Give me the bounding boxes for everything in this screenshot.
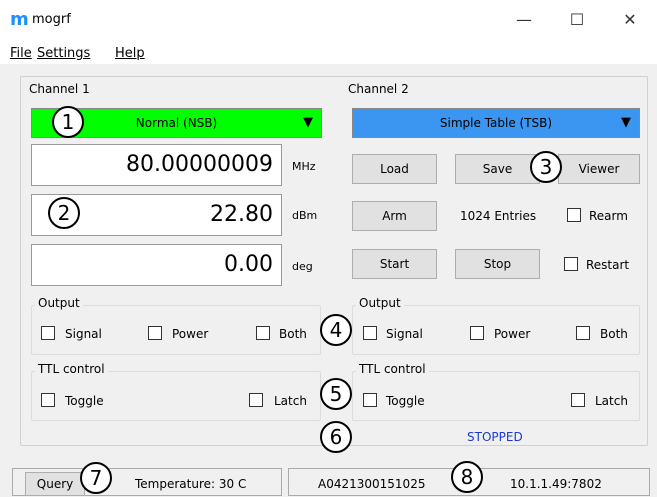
- frequency-input[interactable]: 80.00000009: [31, 144, 282, 186]
- channel2-signal-checkbox[interactable]: [363, 326, 377, 340]
- channel1-ttl-label: TTL control: [35, 362, 108, 376]
- channel2-latch-label: Latch: [595, 394, 628, 408]
- channel2-toggle-label: Toggle: [386, 394, 425, 408]
- query-button[interactable]: Query: [25, 472, 85, 496]
- arm-button[interactable]: Arm: [352, 201, 437, 231]
- channel2-mode-value: Simple Table (TSB): [439, 116, 553, 130]
- callout-7: 7: [80, 462, 112, 494]
- channel1-both-checkbox[interactable]: [256, 326, 270, 340]
- channel1-latch-checkbox[interactable]: [249, 393, 263, 407]
- frequency-unit: MHz: [292, 160, 316, 173]
- channel1-toggle-checkbox[interactable]: [41, 393, 55, 407]
- channel2-output-label: Output: [356, 296, 404, 310]
- channel1-label: Channel 1: [29, 82, 90, 96]
- channel2-mode-dropdown[interactable]: Simple Table (TSB) ▼: [352, 108, 640, 138]
- window-title: mogrf: [32, 12, 71, 27]
- channel2-power-label: Power: [494, 327, 531, 341]
- channel2-both-label: Both: [600, 327, 628, 341]
- stop-button[interactable]: Stop: [455, 249, 540, 279]
- channel1-power-checkbox[interactable]: [148, 326, 162, 340]
- channel1-toggle-label: Toggle: [65, 394, 104, 408]
- channel2-power-checkbox[interactable]: [470, 326, 484, 340]
- callout-2: 2: [48, 197, 80, 229]
- menu-bar: [0, 40, 657, 64]
- channel2-toggle-checkbox[interactable]: [363, 393, 377, 407]
- callout-6: 6: [320, 421, 352, 453]
- power-unit: dBm: [292, 209, 318, 222]
- callout-8: 8: [451, 461, 483, 493]
- app-logo-icon: m: [10, 9, 29, 30]
- dropdown-arrow-icon: ▼: [303, 115, 313, 130]
- close-button[interactable]: ✕: [615, 8, 645, 32]
- load-button[interactable]: Load: [352, 154, 437, 184]
- callout-5: 5: [320, 378, 352, 410]
- menu-help[interactable]: Help: [115, 46, 145, 61]
- dropdown-arrow-icon: ▼: [621, 115, 631, 130]
- channel1-signal-checkbox[interactable]: [41, 326, 55, 340]
- entries-count: 1024 Entries: [460, 209, 537, 223]
- restart-checkbox[interactable]: [564, 257, 578, 271]
- rearm-checkbox[interactable]: [567, 208, 581, 222]
- channel2-ttl-label: TTL control: [356, 362, 429, 376]
- device-address: 10.1.1.49:7802: [510, 477, 602, 491]
- viewer-button[interactable]: Viewer: [558, 154, 640, 184]
- start-button[interactable]: Start: [352, 249, 437, 279]
- channel2-signal-label: Signal: [386, 327, 423, 341]
- temperature-readout: Temperature: 30 C: [135, 477, 247, 491]
- save-button[interactable]: Save: [455, 154, 540, 184]
- title-bar: [0, 0, 657, 40]
- channel1-output-label: Output: [35, 296, 83, 310]
- maximize-button[interactable]: ☐: [562, 8, 592, 32]
- phase-input[interactable]: 0.00: [31, 244, 282, 286]
- channel2-label: Channel 2: [348, 82, 409, 96]
- channel1-signal-label: Signal: [65, 327, 102, 341]
- callout-1: 1: [52, 106, 84, 138]
- restart-label: Restart: [586, 258, 630, 272]
- channel2-both-checkbox[interactable]: [576, 326, 590, 340]
- channel2-status: STOPPED: [467, 430, 523, 444]
- channel1-mode-value: Normal (NSB): [135, 116, 218, 130]
- menu-settings[interactable]: Settings: [37, 46, 90, 61]
- phase-unit: deg: [292, 260, 313, 273]
- minimize-button[interactable]: —: [509, 8, 539, 32]
- rearm-label: Rearm: [589, 209, 628, 223]
- channel1-power-label: Power: [172, 327, 209, 341]
- device-serial: A0421300151025: [318, 477, 426, 491]
- callout-4: 4: [320, 314, 352, 346]
- channel2-latch-checkbox[interactable]: [571, 393, 585, 407]
- menu-file[interactable]: File: [10, 46, 32, 61]
- callout-3: 3: [530, 151, 562, 183]
- channel1-both-label: Both: [279, 327, 307, 341]
- channel1-latch-label: Latch: [274, 394, 307, 408]
